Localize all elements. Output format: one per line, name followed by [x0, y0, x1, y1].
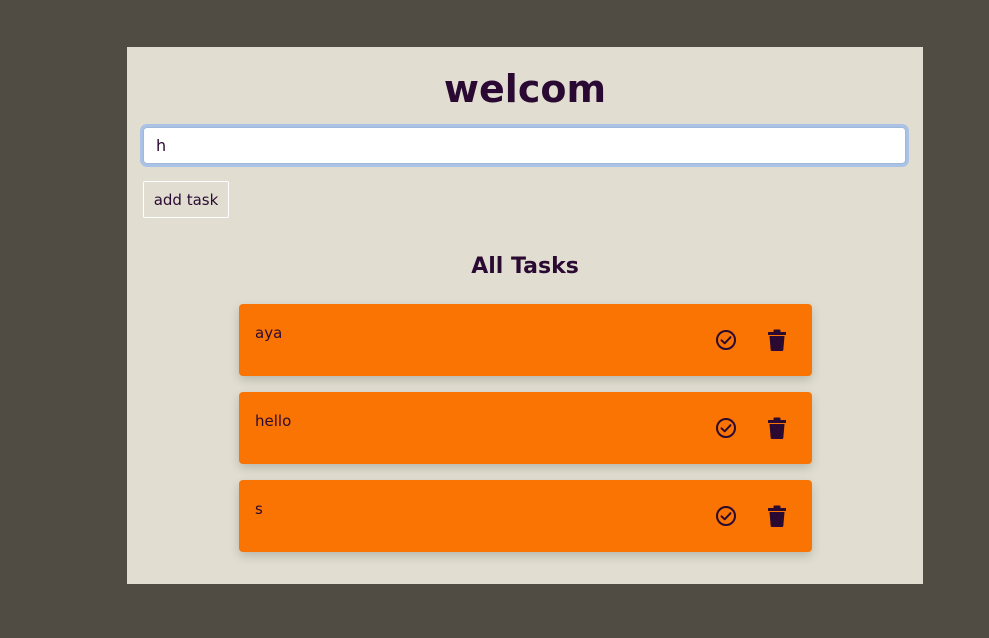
task-item: hello [239, 392, 812, 464]
page-title: welcom [443, 67, 607, 111]
task-text: hello [255, 412, 292, 430]
task-item: s [239, 480, 812, 552]
add-task-button[interactable]: add task [143, 181, 229, 218]
trash-icon[interactable] [766, 504, 788, 528]
check-circle-icon[interactable] [714, 416, 738, 440]
task-item: aya [239, 304, 812, 376]
all-tasks-heading: All Tasks [471, 254, 579, 279]
todo-card: welcom add task All Tasks aya hello [127, 47, 923, 584]
check-circle-icon[interactable] [714, 504, 738, 528]
task-text: aya [255, 324, 283, 342]
trash-icon[interactable] [766, 328, 788, 352]
task-text: s [255, 500, 263, 518]
check-circle-icon[interactable] [714, 328, 738, 352]
task-input[interactable] [140, 124, 909, 167]
task-list: aya hello s [239, 304, 812, 568]
trash-icon[interactable] [766, 416, 788, 440]
